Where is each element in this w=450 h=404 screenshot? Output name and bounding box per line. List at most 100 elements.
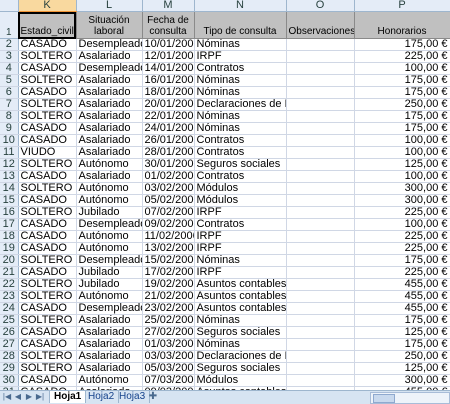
cell-estado-civil[interactable]: CASADO (18, 86, 77, 99)
cell-situacion-laboral[interactable]: Asalariado (76, 134, 143, 147)
cell-honorarios[interactable]: 100,00 € (354, 62, 450, 75)
cell-observaciones[interactable] (286, 302, 355, 315)
cell-fecha-consulta[interactable]: 25/02/2006 (142, 314, 195, 327)
row-header[interactable]: 21 (0, 266, 19, 279)
cell-honorarios[interactable]: 175,00 € (354, 38, 450, 51)
cell-honorarios[interactable]: 225,00 € (354, 50, 450, 63)
row-header[interactable]: 10 (0, 134, 19, 147)
cell-observaciones[interactable] (286, 38, 355, 51)
select-all-corner[interactable] (0, 0, 19, 12)
cell-observaciones[interactable] (286, 326, 355, 339)
cell-fecha-consulta[interactable]: 30/01/2006 (142, 158, 195, 171)
cell-observaciones[interactable] (286, 254, 355, 267)
cell-tipo-consulta[interactable]: Seguros sociales (194, 158, 287, 171)
cell-situacion-laboral[interactable]: Asalariado (76, 338, 143, 351)
cell-observaciones[interactable] (286, 338, 355, 351)
cell-situacion-laboral[interactable]: Autónomo (76, 194, 143, 207)
row-header[interactable]: 30 (0, 374, 19, 387)
cell-fecha-consulta[interactable]: 03/02/2006 (142, 182, 195, 195)
cell-fecha-consulta[interactable]: 14/01/2006 (142, 62, 195, 75)
cell-observaciones[interactable] (286, 134, 355, 147)
cell-fecha-consulta[interactable]: 26/01/2006 (142, 134, 195, 147)
cell-situacion-laboral[interactable]: Asalariado (76, 50, 143, 63)
row-header[interactable]: 18 (0, 230, 19, 243)
cell-estado-civil[interactable]: CASADO (18, 230, 77, 243)
cell-fecha-consulta[interactable]: 12/01/2006 (142, 50, 195, 63)
cell-fecha-consulta[interactable]: 01/02/2006 (142, 170, 195, 183)
cell-observaciones[interactable] (286, 290, 355, 303)
cell-observaciones[interactable] (286, 62, 355, 75)
cell-estado-civil[interactable]: CASADO (18, 134, 77, 147)
cell-fecha-consulta[interactable]: 21/02/2006 (142, 290, 195, 303)
cell-fecha-consulta[interactable]: 05/02/2006 (142, 194, 195, 207)
cell-situacion-laboral[interactable]: Jubilado (76, 266, 143, 279)
row-header[interactable]: 12 (0, 158, 19, 171)
cell-estado-civil[interactable]: SOLTERO (18, 110, 77, 123)
row-header[interactable]: 19 (0, 242, 19, 255)
cell-honorarios[interactable]: 175,00 € (354, 314, 450, 327)
cell-observaciones[interactable] (286, 194, 355, 207)
row-header[interactable]: 22 (0, 278, 19, 291)
cell-tipo-consulta[interactable]: IRPF (194, 242, 287, 255)
cell-situacion-laboral[interactable]: Asalariado (76, 170, 143, 183)
cell-honorarios[interactable]: 100,00 € (354, 170, 450, 183)
cell-situacion-laboral[interactable]: Asalariado (76, 86, 143, 99)
cell-observaciones[interactable] (286, 314, 355, 327)
cell-tipo-consulta[interactable]: Contratos (194, 218, 287, 231)
cell-observaciones[interactable] (286, 170, 355, 183)
cell-situacion-laboral[interactable]: Desempleado (76, 62, 143, 75)
cell-honorarios[interactable]: 175,00 € (354, 74, 450, 87)
cell-situacion-laboral[interactable]: Desempleado (76, 254, 143, 267)
cell-tipo-consulta[interactable]: Contratos (194, 62, 287, 75)
cell-honorarios[interactable]: 225,00 € (354, 242, 450, 255)
cell-estado-civil[interactable]: CASADO (18, 122, 77, 135)
cell-situacion-laboral[interactable]: Asalariado (76, 326, 143, 339)
row-header[interactable]: 4 (0, 62, 19, 75)
row-header[interactable]: 16 (0, 206, 19, 219)
column-header-m[interactable]: M (142, 0, 195, 12)
cell-honorarios[interactable]: 125,00 € (354, 362, 450, 375)
cell-estado-civil[interactable]: SOLTERO (18, 158, 77, 171)
cell-fecha-consulta[interactable]: 15/02/2006 (142, 254, 195, 267)
cell-situacion-laboral[interactable]: Desempleado (76, 218, 143, 231)
cell-fecha-consulta[interactable]: 24/01/2006 (142, 122, 195, 135)
cell-estado-civil-header[interactable]: Estado_civil (18, 11, 77, 39)
cell-fecha-consulta[interactable]: 23/02/2006 (142, 302, 195, 315)
row-header[interactable]: 23 (0, 290, 19, 303)
horizontal-scrollbar[interactable] (370, 392, 450, 404)
cell-honorarios[interactable]: 250,00 € (354, 350, 450, 363)
cell-tipo-header[interactable]: Tipo de consulta (194, 11, 287, 39)
cell-situacion-laboral[interactable]: Autónomo (76, 230, 143, 243)
cell-tipo-consulta[interactable]: Nóminas (194, 254, 287, 267)
cell-fecha-consulta[interactable]: 07/02/2006 (142, 206, 195, 219)
cell-observaciones[interactable] (286, 158, 355, 171)
cell-fecha-consulta[interactable]: 13/02/2006 (142, 242, 195, 255)
cell-observaciones[interactable] (286, 362, 355, 375)
cell-estado-civil[interactable]: SOLTERO (18, 350, 77, 363)
cell-tipo-consulta[interactable]: Nóminas (194, 122, 287, 135)
last-sheet-icon[interactable]: ▶| (35, 392, 45, 402)
cell-situacion-laboral[interactable]: Asalariado (76, 74, 143, 87)
cell-tipo-consulta[interactable]: IRPF (194, 50, 287, 63)
cell-situacion-laboral[interactable]: Autónomo (76, 242, 143, 255)
cell-honorarios[interactable]: 225,00 € (354, 206, 450, 219)
cell-honorarios[interactable]: 455,00 € (354, 302, 450, 315)
cell-estado-civil[interactable]: CASADO (18, 266, 77, 279)
cell-situacion-laboral[interactable]: Asalariado (76, 362, 143, 375)
cell-estado-civil[interactable]: CASADO (18, 326, 77, 339)
cell-situacion-laboral[interactable]: Asalariado (76, 110, 143, 123)
cell-fecha-consulta[interactable]: 16/01/2006 (142, 74, 195, 87)
cell-tipo-consulta[interactable]: IRPF (194, 230, 287, 243)
row-header[interactable]: 11 (0, 146, 19, 159)
cell-fecha-consulta[interactable]: 17/02/2006 (142, 266, 195, 279)
cell-situacion-laboral[interactable]: Asalariado (76, 146, 143, 159)
cell-honorarios[interactable]: 225,00 € (354, 266, 450, 279)
cell-estado-civil[interactable]: CASADO (18, 38, 77, 51)
cell-tipo-consulta[interactable]: Asuntos contables (194, 290, 287, 303)
cell-situacion-laboral[interactable]: Jubilado (76, 278, 143, 291)
cell-honorarios[interactable]: 100,00 € (354, 146, 450, 159)
cell-situacion-laboral[interactable]: Autónomo (76, 182, 143, 195)
row-header[interactable]: 8 (0, 110, 19, 123)
cell-fecha-consulta[interactable]: 20/01/2006 (142, 98, 195, 111)
cell-estado-civil[interactable]: CASADO (18, 62, 77, 75)
